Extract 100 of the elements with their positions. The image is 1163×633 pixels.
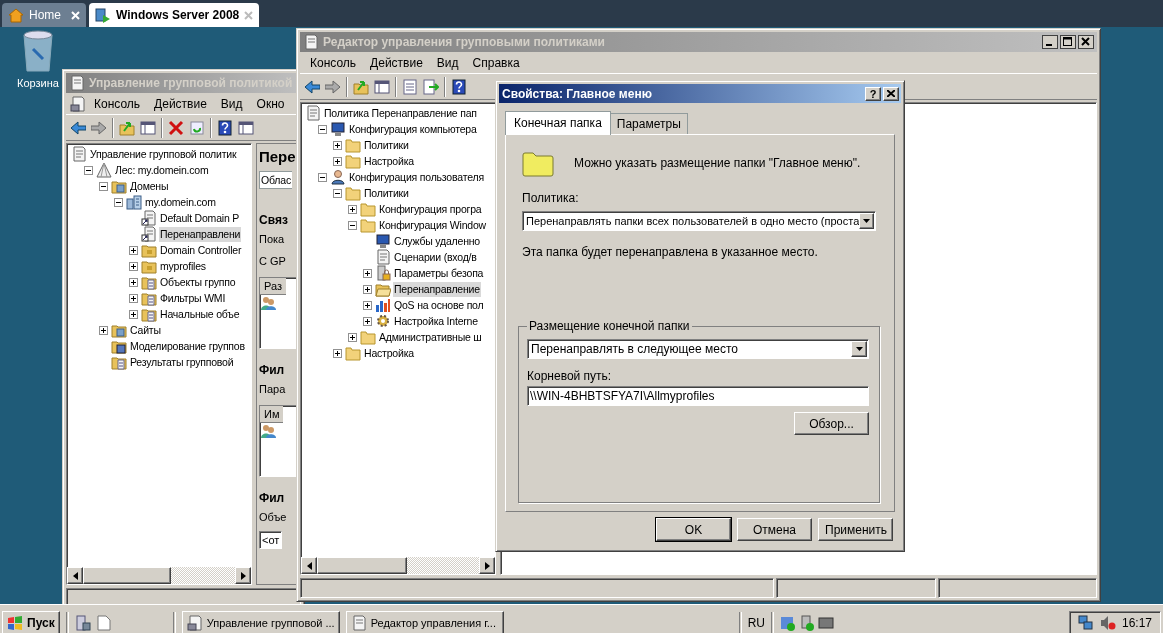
tree-item[interactable]: Сайты xyxy=(129,322,162,338)
tree-item[interactable]: Политики xyxy=(363,137,410,153)
forward-arrow-icon[interactable] xyxy=(325,78,341,95)
expand-icon[interactable] xyxy=(363,284,372,294)
tree-item[interactable]: Конфигурация програ xyxy=(378,201,483,217)
expand-icon[interactable] xyxy=(129,277,138,287)
expand-icon[interactable] xyxy=(333,156,342,166)
taskbar-button[interactable]: Управление групповой ... xyxy=(181,611,340,633)
tree-item[interactable]: Перенаправлени xyxy=(159,226,242,242)
expand-icon[interactable] xyxy=(363,300,372,310)
menu-item[interactable]: Справка xyxy=(466,53,526,72)
dialog-button[interactable]: OK xyxy=(656,518,731,541)
menu-item[interactable]: Консоль xyxy=(88,94,147,113)
collapse-icon[interactable] xyxy=(99,181,108,191)
column-header[interactable]: Им xyxy=(260,406,284,423)
network-icon[interactable] xyxy=(1077,615,1094,631)
delete-icon[interactable] xyxy=(168,119,184,136)
start-button[interactable]: Пуск xyxy=(2,611,60,633)
speaker-icon[interactable] xyxy=(1099,615,1116,631)
taskbar-button[interactable]: Редактор управления г... xyxy=(345,611,504,633)
maximize-icon[interactable] xyxy=(1060,35,1076,49)
dropdown[interactable]: Перенаправлять папки всех пользователей в одно место (проста xyxy=(522,211,876,231)
collapse-icon[interactable] xyxy=(318,172,327,182)
back-arrow-icon[interactable] xyxy=(304,78,320,95)
menu-item[interactable]: Действие xyxy=(364,53,429,72)
browser-tab[interactable]: Home xyxy=(2,3,86,27)
expand-icon[interactable] xyxy=(129,293,138,303)
tree-item[interactable]: Настройка Interne xyxy=(393,313,479,329)
monitor-icon[interactable] xyxy=(818,615,834,631)
expand-icon[interactable] xyxy=(333,348,342,358)
expand-icon[interactable] xyxy=(363,316,372,326)
collapse-icon[interactable] xyxy=(84,165,93,175)
tree-item[interactable]: Default Domain P xyxy=(159,210,241,226)
tree-item[interactable]: Перенаправление xyxy=(393,281,481,297)
expand-icon[interactable] xyxy=(348,204,357,214)
tree-item[interactable]: Политики xyxy=(363,185,410,201)
collapse-icon[interactable] xyxy=(333,188,342,198)
expand-icon[interactable] xyxy=(363,268,372,278)
browse-button[interactable]: Обзор... xyxy=(794,412,869,435)
help-icon[interactable] xyxy=(217,119,233,136)
help-icon[interactable] xyxy=(451,78,467,95)
help-button[interactable]: ? xyxy=(865,86,881,101)
tree-item[interactable]: Domain Controller xyxy=(159,242,243,258)
collapse-icon[interactable] xyxy=(114,197,123,207)
tree-item[interactable]: Моделирование группов xyxy=(129,338,246,354)
menu-item[interactable]: Консоль xyxy=(304,53,363,72)
tree-item[interactable]: myprofiles xyxy=(159,258,207,274)
expand-icon[interactable] xyxy=(348,332,357,342)
tree-item[interactable]: QoS на основе пол xyxy=(393,297,485,313)
tree-item[interactable]: Лес: my.domein.com xyxy=(114,162,210,178)
dialog-button[interactable]: Отмена xyxy=(737,518,812,541)
pane-icon[interactable] xyxy=(238,119,254,136)
tree-item[interactable]: Административные ш xyxy=(378,329,483,345)
tree-item[interactable]: Политика Перенаправление пап xyxy=(323,105,478,121)
expand-icon[interactable] xyxy=(129,261,138,271)
horizontal-scrollbar[interactable] xyxy=(67,567,251,584)
input-field[interactable]: <от xyxy=(259,531,283,549)
tree-item[interactable]: Конфигурация Window xyxy=(378,217,487,233)
dropdown[interactable]: Перенаправлять в следующее место xyxy=(527,339,869,359)
server-icon[interactable] xyxy=(74,615,91,631)
tree-item[interactable]: Результаты групповой xyxy=(129,354,235,370)
tree-item[interactable]: Параметры безопа xyxy=(393,265,485,281)
expand-icon[interactable] xyxy=(129,245,138,255)
close-icon[interactable] xyxy=(1078,35,1094,49)
pane-icon[interactable] xyxy=(140,119,156,136)
tree-item[interactable]: Домены xyxy=(129,178,170,194)
minimize-icon[interactable] xyxy=(1042,35,1058,49)
horizontal-scrollbar[interactable] xyxy=(301,557,495,574)
tab[interactable]: Параметры xyxy=(609,113,688,134)
browser-tab[interactable]: Windows Server 2008 xyxy=(89,3,259,27)
tree-item[interactable]: Настройка xyxy=(363,345,415,361)
tree-item[interactable]: Конфигурация компьютера xyxy=(348,121,478,137)
export-icon[interactable] xyxy=(423,78,439,95)
tab[interactable]: Конечная папка xyxy=(505,111,611,135)
tree-item[interactable]: Службы удаленно xyxy=(393,233,481,249)
dialog-button[interactable]: Применить xyxy=(818,518,893,541)
back-arrow-icon[interactable] xyxy=(70,119,86,136)
list-icon[interactable] xyxy=(402,78,418,95)
menu-item[interactable]: Вид xyxy=(214,94,249,113)
expand-icon[interactable] xyxy=(333,140,342,150)
language-indicator[interactable]: RU xyxy=(747,616,765,630)
expand-icon[interactable] xyxy=(129,309,138,319)
recycle-bin-icon[interactable] xyxy=(21,29,55,73)
document-icon[interactable] xyxy=(96,615,111,631)
forward-arrow-icon[interactable] xyxy=(91,119,107,136)
menu-item[interactable]: Окно xyxy=(250,94,291,113)
menu-item[interactable]: Действие xyxy=(148,94,213,113)
menu-item[interactable]: Вид xyxy=(430,53,465,72)
tree-item[interactable]: my.domein.com xyxy=(144,194,217,210)
collapse-icon[interactable] xyxy=(348,220,357,230)
collapse-icon[interactable] xyxy=(318,124,327,134)
refresh-icon[interactable] xyxy=(189,119,205,136)
expand-icon[interactable] xyxy=(99,325,108,335)
tree-item[interactable]: Фильтры WMI xyxy=(159,290,227,306)
tree-item[interactable]: Начальные объе xyxy=(159,306,241,322)
tree-item[interactable]: Конфигурация пользователя xyxy=(348,169,485,185)
tree-item[interactable]: Настройка xyxy=(363,153,415,169)
tree-item[interactable]: Объекты группо xyxy=(159,274,237,290)
close-button[interactable] xyxy=(883,86,899,101)
tree-item[interactable]: Управление групповой политик xyxy=(89,146,238,162)
